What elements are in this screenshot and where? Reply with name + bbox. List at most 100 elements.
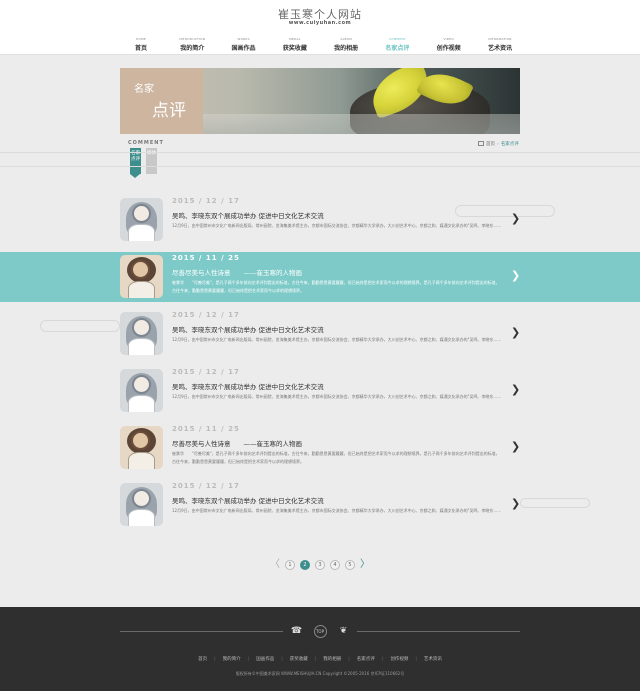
footer-nav-link[interactable]: 获奖收藏 (290, 657, 308, 662)
next-page-button[interactable]: 〉 (360, 560, 370, 570)
nav-item-label: 首页 (134, 45, 147, 52)
item-title[interactable]: 吴鸣、李晓东双个展成功举办 促进中日文化艺术交流 (172, 381, 324, 391)
nav-item-en: VIDEO (443, 37, 454, 41)
thumbnail-body (128, 509, 155, 526)
breadcrumb-separator: › (497, 142, 499, 147)
nav-item-label: 国画作品 (231, 45, 256, 52)
footer-nav-separator: | (381, 657, 384, 662)
list-item[interactable]: 2015 / 12 / 17 吴鸣、李晓东双个展成功举办 促进中日文化艺术交流 12… (0, 309, 640, 359)
footer-nav-separator: | (314, 657, 317, 662)
list-item[interactable]: 2015 / 12 / 17 吴鸣、李晓东双个展成功举办 促进中日文化艺术交流 12… (0, 480, 640, 530)
chevron-right-icon[interactable]: ❯ (511, 384, 521, 396)
footer-nav-link[interactable]: 我的简介 (223, 657, 241, 662)
thumbnail[interactable] (120, 312, 163, 355)
chevron-right-icon[interactable]: ❯ (511, 498, 521, 510)
nav-item-label: 艺术资讯 (487, 45, 512, 52)
thumbnail-head (132, 489, 151, 508)
footer-nav-separator: | (348, 657, 350, 662)
footer-divider (357, 631, 520, 632)
thumbnail-head (131, 431, 150, 450)
nav-item-1[interactable]: INTRODUCTION 我的简介 (169, 37, 215, 53)
thumbnail[interactable] (120, 483, 163, 526)
page-button[interactable]: 1 (285, 560, 295, 570)
thumbnail[interactable] (120, 255, 163, 298)
page-button[interactable]: 5 (345, 560, 355, 570)
nav-item-label: 我的相册 (334, 45, 359, 52)
chevron-right-icon[interactable]: ❯ (511, 441, 521, 453)
item-desc: 12月9日，由中国常州市文化广电新闻出版局、常州画院、览海集美术馆主办，京都市国… (172, 508, 502, 513)
nav-item-6[interactable]: VIDEO 创作视频 (426, 37, 472, 53)
main-nav: HOME 首页 INTRODUCTION 我的简介 WORKS 国画作品 MEDAL 获奖收藏… (118, 37, 523, 53)
item-desc: 12月9日，由中国常州市文化广电新闻出版局、常州画院、览海集美术馆主办，京都市国… (172, 394, 502, 399)
thumbnail[interactable] (120, 198, 163, 241)
section-label: COMMENT (128, 140, 164, 146)
site-url: www.cuiyuhan.com (288, 20, 352, 26)
item-title[interactable]: 吴鸣、李晓东双个展成功举办 促进中日文化艺术交流 (172, 210, 324, 220)
item-date: 2015 / 12 / 17 (172, 311, 240, 319)
thumbnail-body (128, 338, 155, 355)
thumbnail-head (132, 318, 151, 337)
footer-nav-separator: | (247, 657, 250, 662)
nav-item-en: INFORMATION (488, 37, 512, 41)
list-item[interactable]: 2015 / 12 / 17 吴鸣、李晓东双个展成功举办 促进中日文化艺术交流 12… (0, 195, 640, 245)
nav-item-5[interactable]: COMMENT 名家点评 (374, 37, 420, 53)
footer-nav-link[interactable]: 名家点评 (357, 657, 375, 662)
item-date: 2015 / 12 / 17 (172, 197, 240, 205)
nav-item-2[interactable]: WORKS 国画作品 (221, 37, 267, 53)
footer-nav-link[interactable]: 我的相册 (323, 657, 341, 662)
prev-page-button[interactable]: 〈 (270, 560, 280, 570)
item-desc: 崔景华 "尽善尽美"，是孔子两千多年前向艺术评判提出的标准，古往今来，勤勤恳恳黄… (172, 451, 500, 464)
item-date: 2015 / 11 / 25 (172, 425, 240, 433)
back-to-top-button[interactable]: TOP (313, 624, 327, 638)
nav-item-7[interactable]: INFORMATION 艺术资讯 (477, 37, 523, 53)
phone-icon[interactable]: ☎ (290, 625, 303, 638)
nav-item-4[interactable]: ALBUM 我的相册 (323, 37, 369, 53)
breadcrumb-home[interactable]: 首页 (486, 142, 495, 147)
nav-item-label: 获奖收藏 (282, 45, 307, 52)
item-title[interactable]: 吴鸣、李晓东双个展成功举办 促进中日文化艺术交流 (172, 495, 324, 505)
footer-nav-separator: | (281, 657, 283, 662)
item-title[interactable]: 尽善尽美与人性诗意 ——崔玉寒的人物画 (172, 267, 302, 277)
nav-item-en: COMMENT (388, 37, 406, 41)
site-header: 崔玉寒个人网站 www.cuiyuhan.com HOME 首页 INTRODUCT… (0, 0, 640, 55)
thumbnail-head (131, 260, 150, 279)
deco-line (0, 152, 640, 153)
nav-item-0[interactable]: HOME 首页 (118, 37, 164, 53)
item-title[interactable]: 吴鸣、李晓东双个展成功举办 促进中日文化艺术交流 (172, 324, 324, 334)
list-item[interactable]: 2015 / 11 / 25 尽善尽美与人性诗意 ——崔玉寒的人物画崔景华 "尽善… (0, 423, 640, 473)
list-item[interactable]: 2015 / 11 / 25 尽善尽美与人性诗意 ——崔玉寒的人物画 崔景华 "尽善… (0, 252, 640, 302)
chevron-right-icon[interactable]: ❯ (511, 270, 521, 282)
chevron-right-icon[interactable]: ❯ (511, 327, 521, 339)
thumbnail-body (128, 224, 155, 241)
nav-item-label: 创作视频 (436, 45, 461, 52)
chevron-right-icon[interactable]: ❯ (511, 213, 521, 225)
banner-tag-line1: 名家 (134, 84, 154, 95)
item-title[interactable]: 尽善尽美与人性诗意 ——崔玉寒的人物画 (172, 438, 302, 448)
nav-item-en: HOME (136, 37, 146, 41)
footer-nav-link[interactable]: 创作视频 (390, 657, 408, 662)
home-icon (478, 141, 484, 146)
thumbnail-body (128, 395, 155, 412)
footer-nav-link[interactable]: 首页 (198, 657, 207, 662)
item-desc: 12月9日，由中国常州市文化广电新闻出版局、常州画院、览海集美术馆主办，京都市国… (172, 337, 502, 342)
item-desc: 12月9日，由中国常州市文化广电新闻出版局、常州画院、览海集美术馆主办，京都市国… (172, 223, 502, 228)
item-date: 2015 / 12 / 17 (172, 368, 240, 376)
nav-item-3[interactable]: MEDAL 获奖收藏 (272, 37, 318, 53)
footer-divider (120, 631, 283, 632)
nav-item-en: WORKS (237, 37, 250, 41)
nav-item-en: MEDAL (289, 37, 301, 41)
thumbnail-body (128, 281, 155, 298)
footer-nav-link[interactable]: 国画作品 (256, 657, 274, 662)
banner-tag-line2: 点评 (152, 101, 186, 121)
list-item[interactable]: 2015 / 12 / 17 吴鸣、李晓东双个展成功举办 促进中日文化艺术交流 12… (0, 366, 640, 416)
page-button[interactable]: 2 (300, 560, 310, 570)
footer-nav-link[interactable]: 艺术资讯 (424, 657, 442, 662)
thumbnail-head (132, 204, 151, 223)
page-button[interactable]: 4 (330, 560, 340, 570)
thumbnail[interactable] (120, 369, 163, 412)
breadcrumb: 首页 › 名家点评 (478, 141, 519, 147)
footer-nav-separator: | (415, 657, 417, 662)
page-button[interactable]: 3 (315, 560, 325, 570)
thumbnail[interactable] (120, 426, 163, 469)
wechat-icon[interactable]: ❦ (337, 625, 350, 638)
